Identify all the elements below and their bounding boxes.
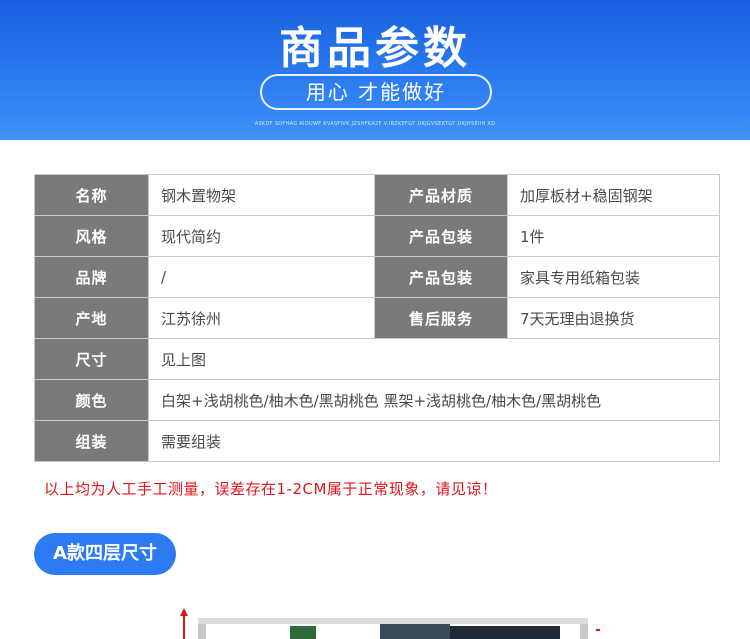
header-banner: 商品参数 用心 才能做好 ASKDF SDFHAG AIOUWF KVASFIV… xyxy=(0,0,750,140)
spec-label: 产地 xyxy=(34,297,149,339)
spec-label: 组装 xyxy=(34,420,149,462)
table-row: 产地 江苏徐州 售后服务 7天无理由退换货 xyxy=(34,297,720,339)
slogan-badge: 用心 才能做好 xyxy=(260,74,492,110)
spec-value: 江苏徐州 xyxy=(148,297,375,339)
measurement-note: 以上均为人工手工测量，误差存在1-2CM属于正常现象，请见谅！ xyxy=(44,480,498,498)
spec-value: 1件 xyxy=(507,215,720,257)
spec-label: 产品包装 xyxy=(374,256,508,298)
table-row: 名称 钢木置物架 产品材质 加厚板材+稳固钢架 xyxy=(34,174,720,216)
product-photo-partial xyxy=(180,608,600,639)
spec-label: 颜色 xyxy=(34,379,149,421)
decorative-text: ASKDF SDFHAG AIOUWF KVASFIVK.JZSHFKAZF V… xyxy=(254,121,496,127)
spec-label: 产品包装 xyxy=(374,215,508,257)
table-row: 尺寸 见上图 xyxy=(34,338,720,380)
spec-value: 需要组装 xyxy=(148,420,720,462)
spec-value: 白架+浅胡桃色/柚木色/黑胡桃色 黑架+浅胡桃色/柚木色/黑胡桃色 xyxy=(148,379,720,421)
spec-value: 现代简约 xyxy=(148,215,375,257)
book-dark xyxy=(380,624,450,639)
spec-table: 名称 钢木置物架 产品材质 加厚板材+稳固钢架 风格 现代简约 产品包装 1件 … xyxy=(34,174,720,462)
spec-label: 尺寸 xyxy=(34,338,149,380)
table-row: 颜色 白架+浅胡桃色/柚木色/黑胡桃色 黑架+浅胡桃色/柚木色/黑胡桃色 xyxy=(34,379,720,421)
table-row: 风格 现代简约 产品包装 1件 xyxy=(34,215,720,257)
spec-label: 产品材质 xyxy=(374,174,508,216)
spec-value: 家具专用纸箱包装 xyxy=(507,256,720,298)
spec-label: 售后服务 xyxy=(374,297,508,339)
page-title: 商品参数 xyxy=(279,23,471,74)
shelf-leg-left xyxy=(198,624,206,639)
spec-value: 见上图 xyxy=(148,338,720,380)
arrow-head-left xyxy=(180,608,188,616)
shelf-board xyxy=(198,618,588,624)
table-row: 品牌 / 产品包装 家具专用纸箱包装 xyxy=(34,256,720,298)
spec-label: 名称 xyxy=(34,174,149,216)
spec-value: 加厚板材+稳固钢架 xyxy=(507,174,720,216)
spec-value: 7天无理由退换货 xyxy=(507,297,720,339)
shelf-leg-right xyxy=(580,624,588,639)
spec-label: 风格 xyxy=(34,215,149,257)
table-row: 组装 需要组装 xyxy=(34,420,720,462)
spec-value: 钢木置物架 xyxy=(148,174,375,216)
spec-label: 品牌 xyxy=(34,256,149,298)
spec-value: / xyxy=(148,256,375,298)
plant xyxy=(290,626,316,639)
section-badge: A款四层尺寸 xyxy=(34,533,176,575)
book-black xyxy=(450,626,560,639)
